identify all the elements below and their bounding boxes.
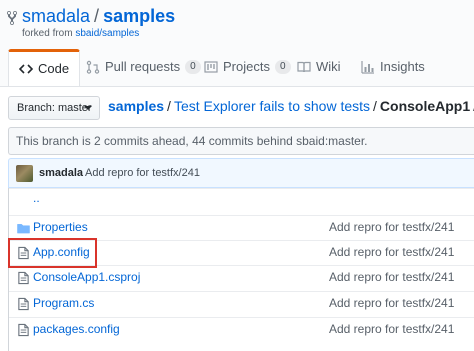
project-icon: [204, 61, 218, 73]
avatar[interactable]: [16, 165, 33, 182]
branch-select-label: Branch: master: [17, 102, 92, 114]
tab-insights[interactable]: Insights: [361, 49, 425, 85]
app-config-highlight-box: [8, 238, 97, 268]
breadcrumb-current: ConsoleApp1: [379, 98, 471, 114]
tab-wiki-label: Wiki: [316, 59, 341, 74]
file-name-link[interactable]: Program.cs: [33, 296, 94, 310]
breadcrumb-separator: /: [373, 98, 377, 114]
repo-header: smadala / samples forked from sbaid/sample…: [0, 0, 474, 87]
file-commit-message-link[interactable]: Add repro for testfx/241: [329, 245, 454, 259]
file-name-link[interactable]: ConsoleApp1.csproj: [33, 270, 140, 284]
forked-from-text: forked from sbaid/samples: [22, 28, 139, 39]
caret-down-icon: [84, 106, 92, 110]
file-icon: [18, 271, 29, 285]
list-item: Properties Add repro for testfx/241: [9, 215, 474, 240]
list-item: ConsoleApp1.csproj Add repro for testfx/…: [9, 265, 474, 290]
tab-code-label: Code: [38, 61, 70, 76]
commit-message-link[interactable]: Add repro for testfx/241: [85, 167, 200, 179]
breadcrumb: samples / Test Explorer fails to show test…: [108, 98, 474, 114]
book-icon: [297, 61, 311, 73]
projects-counter: 0: [274, 60, 291, 74]
tab-projects-label: Projects: [223, 59, 270, 74]
forked-from-prefix: forked from: [22, 28, 76, 39]
pull-requests-counter: 0: [185, 60, 201, 74]
tab-pull-requests[interactable]: Pull requests 0: [86, 49, 201, 85]
file-commit-message-link[interactable]: Add repro for testfx/241: [329, 322, 454, 336]
file-icon: [18, 297, 29, 311]
breadcrumb-folder-link[interactable]: Test Explorer fails to show tests: [174, 98, 370, 114]
repo-title-separator: /: [94, 6, 100, 26]
file-commit-message-link[interactable]: Add repro for testfx/241: [329, 270, 454, 284]
repo-forked-icon: [6, 10, 18, 26]
tab-pull-requests-label: Pull requests: [105, 59, 181, 74]
breadcrumb-root-link[interactable]: samples: [108, 98, 164, 114]
tab-wiki[interactable]: Wiki: [297, 49, 341, 85]
file-name-link[interactable]: packages.config: [33, 322, 120, 336]
repo-name-link[interactable]: samples: [103, 6, 175, 26]
tab-insights-label: Insights: [380, 59, 425, 74]
forked-from-link[interactable]: sbaid/samples: [75, 28, 139, 39]
file-commit-message-link[interactable]: Add repro for testfx/241: [329, 220, 454, 234]
code-icon: [19, 64, 33, 74]
graph-icon: [361, 61, 374, 74]
repo-owner-link[interactable]: smadala: [22, 6, 90, 26]
list-item: Program.cs Add repro for testfx/241: [9, 291, 474, 316]
file-list: .. Properties Add repro for testfx/241 A…: [8, 188, 474, 351]
breadcrumb-separator: /: [167, 98, 171, 114]
list-item: packages.config Add repro for testfx/241: [9, 317, 474, 342]
file-commit-message-link[interactable]: Add repro for testfx/241: [329, 296, 454, 310]
branch-status-bar: This branch is 2 commits ahead, 44 commi…: [8, 127, 474, 155]
repo-nav-tabs: Code Pull requests 0 Projects 0 Wiki Ins…: [0, 49, 474, 86]
git-pull-request-icon: [86, 60, 100, 74]
file-name-link[interactable]: Properties: [33, 220, 88, 234]
branch-select-button[interactable]: Branch: master: [8, 96, 100, 120]
list-item-updir[interactable]: ..: [9, 188, 474, 213]
file-icon: [18, 323, 29, 337]
tab-code[interactable]: Code: [8, 49, 81, 86]
parent-directory-link[interactable]: ..: [33, 191, 40, 205]
commit-author-link[interactable]: smadala: [39, 167, 83, 179]
tab-projects[interactable]: Projects 0: [204, 49, 291, 85]
repo-title: smadala / samples: [22, 6, 175, 27]
latest-commit-bar: smadala Add repro for testfx/241: [8, 158, 474, 188]
folder-icon: [17, 224, 30, 234]
